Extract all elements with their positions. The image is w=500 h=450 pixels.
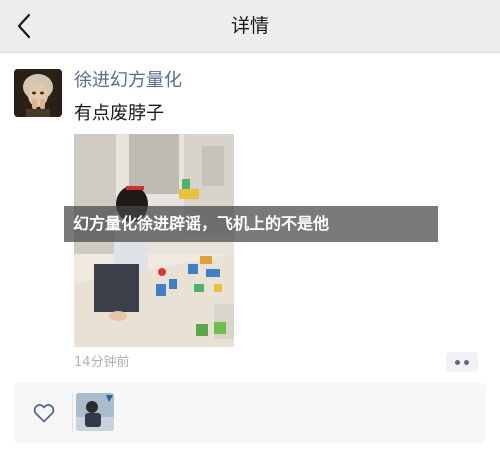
more-actions-button[interactable]	[446, 352, 478, 372]
post-text: 有点废脖子	[74, 103, 164, 124]
more-dots-icon	[464, 359, 469, 365]
navigation-bar: 详情	[0, 0, 500, 53]
chevron-left-icon	[17, 13, 31, 39]
avatar-portrait-image	[14, 69, 62, 117]
liker-avatar[interactable]	[76, 393, 114, 431]
heart-outline-icon	[33, 404, 55, 423]
more-dots-icon	[455, 359, 460, 365]
news-headline-banner: 幻方量化徐进辟谣，飞机上的不是他	[64, 206, 438, 242]
liker-avatar-image	[76, 393, 114, 431]
post-time: 14分钟前	[74, 355, 130, 370]
back-button[interactable]	[10, 12, 38, 40]
moment-detail: 徐进幻方量化 有点废脖子 14分钟前	[0, 53, 500, 450]
author-name[interactable]: 徐进幻方量化	[74, 69, 182, 93]
author-avatar[interactable]	[14, 69, 62, 117]
likes-divider	[72, 393, 73, 433]
page-title: 详情	[230, 15, 269, 37]
likes-section	[14, 383, 486, 443]
